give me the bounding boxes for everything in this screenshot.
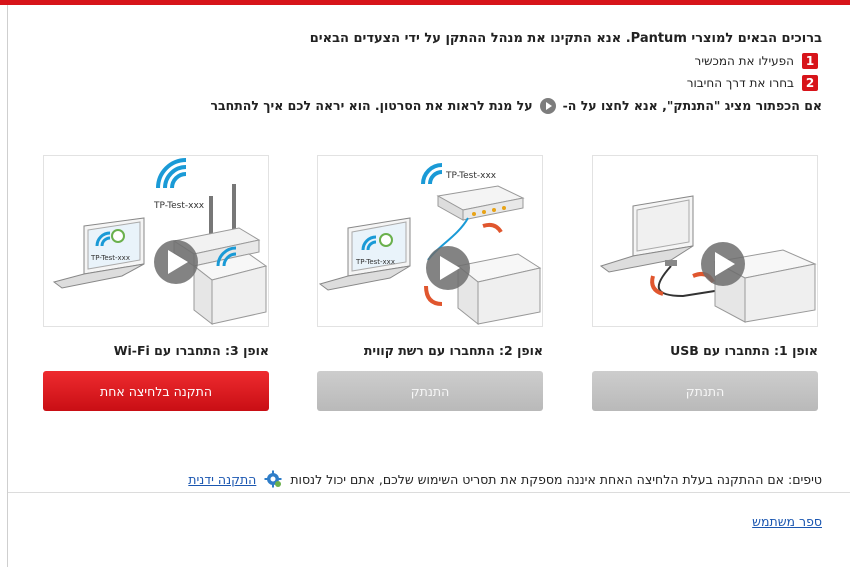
usb-disconnect-button[interactable]: התנתק (592, 371, 818, 411)
step-1-text: הפעילו את המכשיר (694, 54, 794, 68)
gear-icon[interactable] (264, 470, 282, 488)
divider (8, 492, 850, 493)
intro-section: ברוכים הבאים למוצרי Pantum. אנא התקינו א… (40, 28, 822, 118)
usb-illustration (599, 195, 817, 323)
video-note: אם הכפתור מציג "התנתק", אנא לחצו על ה- ע… (40, 94, 822, 118)
option-wifi-video[interactable]: TP-Test-xxx TP-Test-xxx (43, 155, 269, 327)
step-2-text: בחרו את דרך החיבור (686, 76, 794, 90)
step-1-number: 1 (802, 53, 818, 69)
option-usb-card: אופן 1: התחברו עם USB התנתק (592, 155, 818, 426)
left-border (7, 5, 8, 567)
top-accent-bar (0, 0, 850, 5)
option-wired-video[interactable]: TP-Test-xxx TP-Test-xxx (317, 155, 543, 327)
manual-install-link[interactable]: התקנה ידנית (188, 472, 256, 487)
ssid-label-3: TP-Test-xxx (445, 171, 497, 181)
play-icon (539, 98, 556, 114)
option-usb-label: אופן 1: התחברו עם USB (670, 343, 818, 358)
option-wifi-label: אופן 3: התחברו עם Wi-Fi (113, 343, 269, 358)
wifi-illustration: TP-Test-xxx TP-Test-xxx (52, 158, 268, 326)
user-manual-link[interactable]: ספר משתמש (752, 514, 822, 529)
wired-illustration: TP-Test-xxx TP-Test-xxx (318, 163, 542, 326)
tips-text: טיפים: אם ההתקנה בעלת הלחיצה האחת איננה … (290, 471, 822, 487)
intro-title: ברוכים הבאים למוצרי Pantum. אנא התקינו א… (309, 31, 822, 46)
step-1: 1 הפעילו את המכשיר (40, 50, 822, 72)
tips-row: טיפים: אם ההתקנה בעלת הלחיצה האחת איננה … (70, 470, 822, 488)
option-wired-label: אופן 2: התחברו עם רשת קווית (363, 343, 543, 358)
option-wired-card: TP-Test-xxx TP-Test-xxx אופן 2: התחברו ע… (317, 155, 543, 426)
video-note-before: אם הכפתור מציג "התנתק", אנא לחצו על ה- (562, 98, 822, 113)
video-note-after: על מנת לראות את הסרטון. הוא יראה לכם איך… (210, 98, 533, 113)
step-2: 2 בחרו את דרך החיבור (40, 72, 822, 94)
ssid-label-4: TP-Test-xxx (355, 258, 395, 266)
step-2-number: 2 (802, 75, 818, 91)
option-usb-video[interactable] (592, 155, 818, 327)
ssid-label-2: TP-Test-xxx (90, 254, 130, 262)
ssid-label-1: TP-Test-xxx (153, 201, 205, 211)
one-click-install-button[interactable]: התקנה בלחיצה אחת (43, 371, 269, 411)
option-wifi-card: TP-Test-xxx TP-Test-xxx אופן 3: התחברו ע… (43, 155, 269, 426)
wired-disconnect-button[interactable]: התנתק (317, 371, 543, 411)
